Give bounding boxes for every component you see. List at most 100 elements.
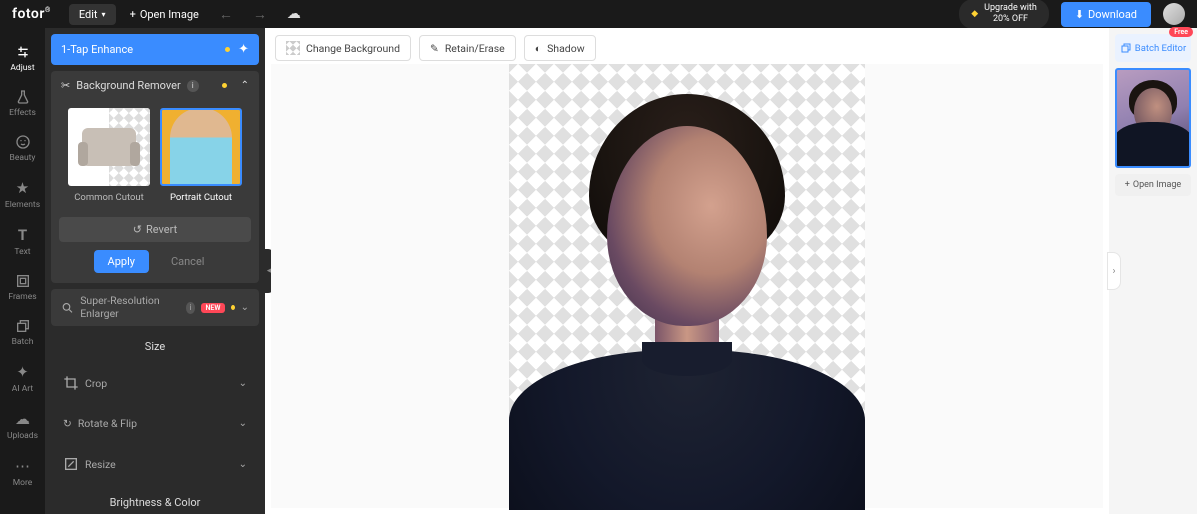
portrait-thumb	[160, 108, 242, 186]
free-badge: Free	[1169, 27, 1193, 37]
sparkle-icon: ✦	[16, 363, 29, 381]
info-icon[interactable]: i	[186, 302, 196, 314]
tools-panel: 1-Tap Enhance ✦ ✂ Background Remover i ⌃…	[45, 28, 265, 514]
retain-erase-label: Retain/Erase	[445, 42, 505, 55]
rotate-icon: ↻	[63, 417, 72, 430]
download-icon: ⬇	[1075, 8, 1084, 21]
download-button[interactable]: ⬇ Download	[1061, 2, 1151, 27]
revert-button[interactable]: ↺ Revert	[59, 217, 251, 242]
canvas-viewport[interactable]	[271, 64, 1103, 508]
crop-icon	[63, 375, 79, 391]
zoom-icon	[61, 300, 74, 316]
revert-label: Revert	[146, 223, 177, 236]
size-header: Size	[51, 326, 259, 359]
sidebar-item-more[interactable]: ⋯ More	[0, 449, 45, 496]
sidebar-item-adjust[interactable]: Adjust	[0, 36, 45, 81]
sidebar-item-beauty[interactable]: Beauty	[0, 126, 45, 171]
sidebar-label: Beauty	[10, 153, 36, 163]
shadow-label: Shadow	[547, 42, 585, 55]
resize-row[interactable]: Resize ⌄	[51, 446, 259, 482]
edited-image[interactable]	[509, 64, 865, 510]
sidebar-label: Elements	[5, 200, 40, 210]
stack-icon	[15, 318, 31, 334]
open-image-button[interactable]: + Open Image	[130, 8, 199, 21]
sidebar-label: Effects	[9, 108, 36, 118]
portrait-label: Portrait Cutout	[160, 192, 242, 203]
bg-remover-label: Background Remover	[76, 79, 180, 92]
common-thumb	[68, 108, 150, 186]
cancel-button[interactable]: Cancel	[159, 250, 216, 273]
sidebar-item-effects[interactable]: Effects	[0, 81, 45, 126]
premium-dot-icon	[225, 47, 230, 52]
redo-icon[interactable]: →	[253, 6, 267, 23]
one-tap-enhance-button[interactable]: 1-Tap Enhance ✦	[51, 34, 259, 65]
premium-dot-icon	[222, 83, 227, 88]
cutout-common[interactable]: Common Cutout	[68, 108, 150, 203]
batch-editor-button[interactable]: Free Batch Editor	[1115, 34, 1191, 62]
image-thumbnail[interactable]	[1115, 68, 1191, 168]
chevron-down-icon: ⌄	[239, 459, 247, 470]
top-bar: fotor® Edit ▾ + Open Image ← → ☁ ◆ Upgra…	[0, 0, 1197, 28]
revert-icon: ↺	[133, 223, 142, 236]
sidebar-item-frames[interactable]: Frames	[0, 265, 45, 310]
upload-icon: ☁	[15, 410, 30, 428]
sidebar-label: Text	[14, 247, 30, 257]
download-label: Download	[1088, 8, 1137, 21]
open-image-right-button[interactable]: + Open Image	[1115, 174, 1191, 196]
batch-icon	[1120, 42, 1132, 54]
chevron-down-icon: ⌄	[239, 378, 247, 389]
edit-menu[interactable]: Edit ▾	[69, 4, 116, 25]
bg-remover-header[interactable]: ✂ Background Remover i ⌃	[51, 71, 259, 100]
right-panel-toggle[interactable]: ›	[1107, 252, 1121, 290]
resize-label: Resize	[85, 458, 116, 471]
sidebar-item-elements[interactable]: ★ Elements	[0, 171, 45, 218]
sidebar-label: Frames	[8, 292, 36, 302]
rotate-label: Rotate & Flip	[78, 417, 137, 430]
text-icon: T	[18, 226, 27, 244]
plus-icon: +	[1125, 180, 1130, 190]
avatar[interactable]	[1163, 3, 1185, 25]
frame-icon	[15, 273, 31, 289]
apply-button[interactable]: Apply	[94, 250, 149, 273]
face-icon	[15, 134, 31, 150]
brand-text: fotor	[12, 6, 45, 22]
more-icon: ⋯	[15, 457, 30, 475]
sidebar-item-batch[interactable]: Batch	[0, 310, 45, 355]
retain-erase-tool[interactable]: ✎ Retain/Erase	[419, 35, 516, 61]
open-image-label: Open Image	[140, 8, 199, 21]
sidebar-label: Uploads	[7, 431, 38, 441]
brand-logo: fotor®	[12, 6, 51, 22]
cloud-icon[interactable]: ☁	[287, 6, 301, 22]
wand-icon: ✦	[238, 42, 249, 57]
checker-icon	[286, 41, 300, 55]
pencil-icon: ✎	[430, 42, 439, 55]
change-background-tool[interactable]: Change Background	[275, 35, 411, 61]
resize-icon	[63, 456, 79, 472]
crop-label: Crop	[85, 377, 107, 390]
chevron-up-icon: ⌃	[241, 80, 249, 91]
shadow-icon: ◐	[535, 42, 541, 55]
common-label: Common Cutout	[68, 192, 150, 203]
rotate-flip-row[interactable]: ↻ Rotate & Flip ⌄	[51, 407, 259, 440]
shadow-tool[interactable]: ◐ Shadow	[524, 35, 596, 61]
info-icon[interactable]: i	[187, 80, 199, 92]
batch-editor-label: Batch Editor	[1135, 43, 1186, 54]
star-icon: ★	[16, 179, 29, 197]
undo-icon[interactable]: ←	[219, 6, 233, 23]
cutout-portrait[interactable]: Portrait Cutout	[160, 108, 242, 203]
sidebar-item-uploads[interactable]: ☁ Uploads	[0, 402, 45, 449]
upgrade-button[interactable]: ◆ Upgrade with 20% OFF	[959, 0, 1049, 29]
diamond-icon: ◆	[971, 9, 978, 20]
sidebar-label: Adjust	[10, 63, 34, 73]
sidebar-item-ai-art[interactable]: ✦ AI Art	[0, 355, 45, 402]
flask-icon	[15, 89, 31, 105]
upgrade-line2: 20% OFF	[984, 14, 1037, 25]
new-badge: NEW	[201, 303, 224, 313]
sliders-icon	[15, 44, 31, 60]
chevron-down-icon: ⌄	[239, 418, 247, 429]
super-resolution-row[interactable]: Super-Resolution Enlarger i NEW ⌄	[51, 289, 259, 326]
change-bg-label: Change Background	[306, 42, 400, 55]
crop-row[interactable]: Crop ⌄	[51, 365, 259, 401]
sidebar-item-text[interactable]: T Text	[0, 218, 45, 265]
plus-icon: +	[130, 8, 136, 21]
